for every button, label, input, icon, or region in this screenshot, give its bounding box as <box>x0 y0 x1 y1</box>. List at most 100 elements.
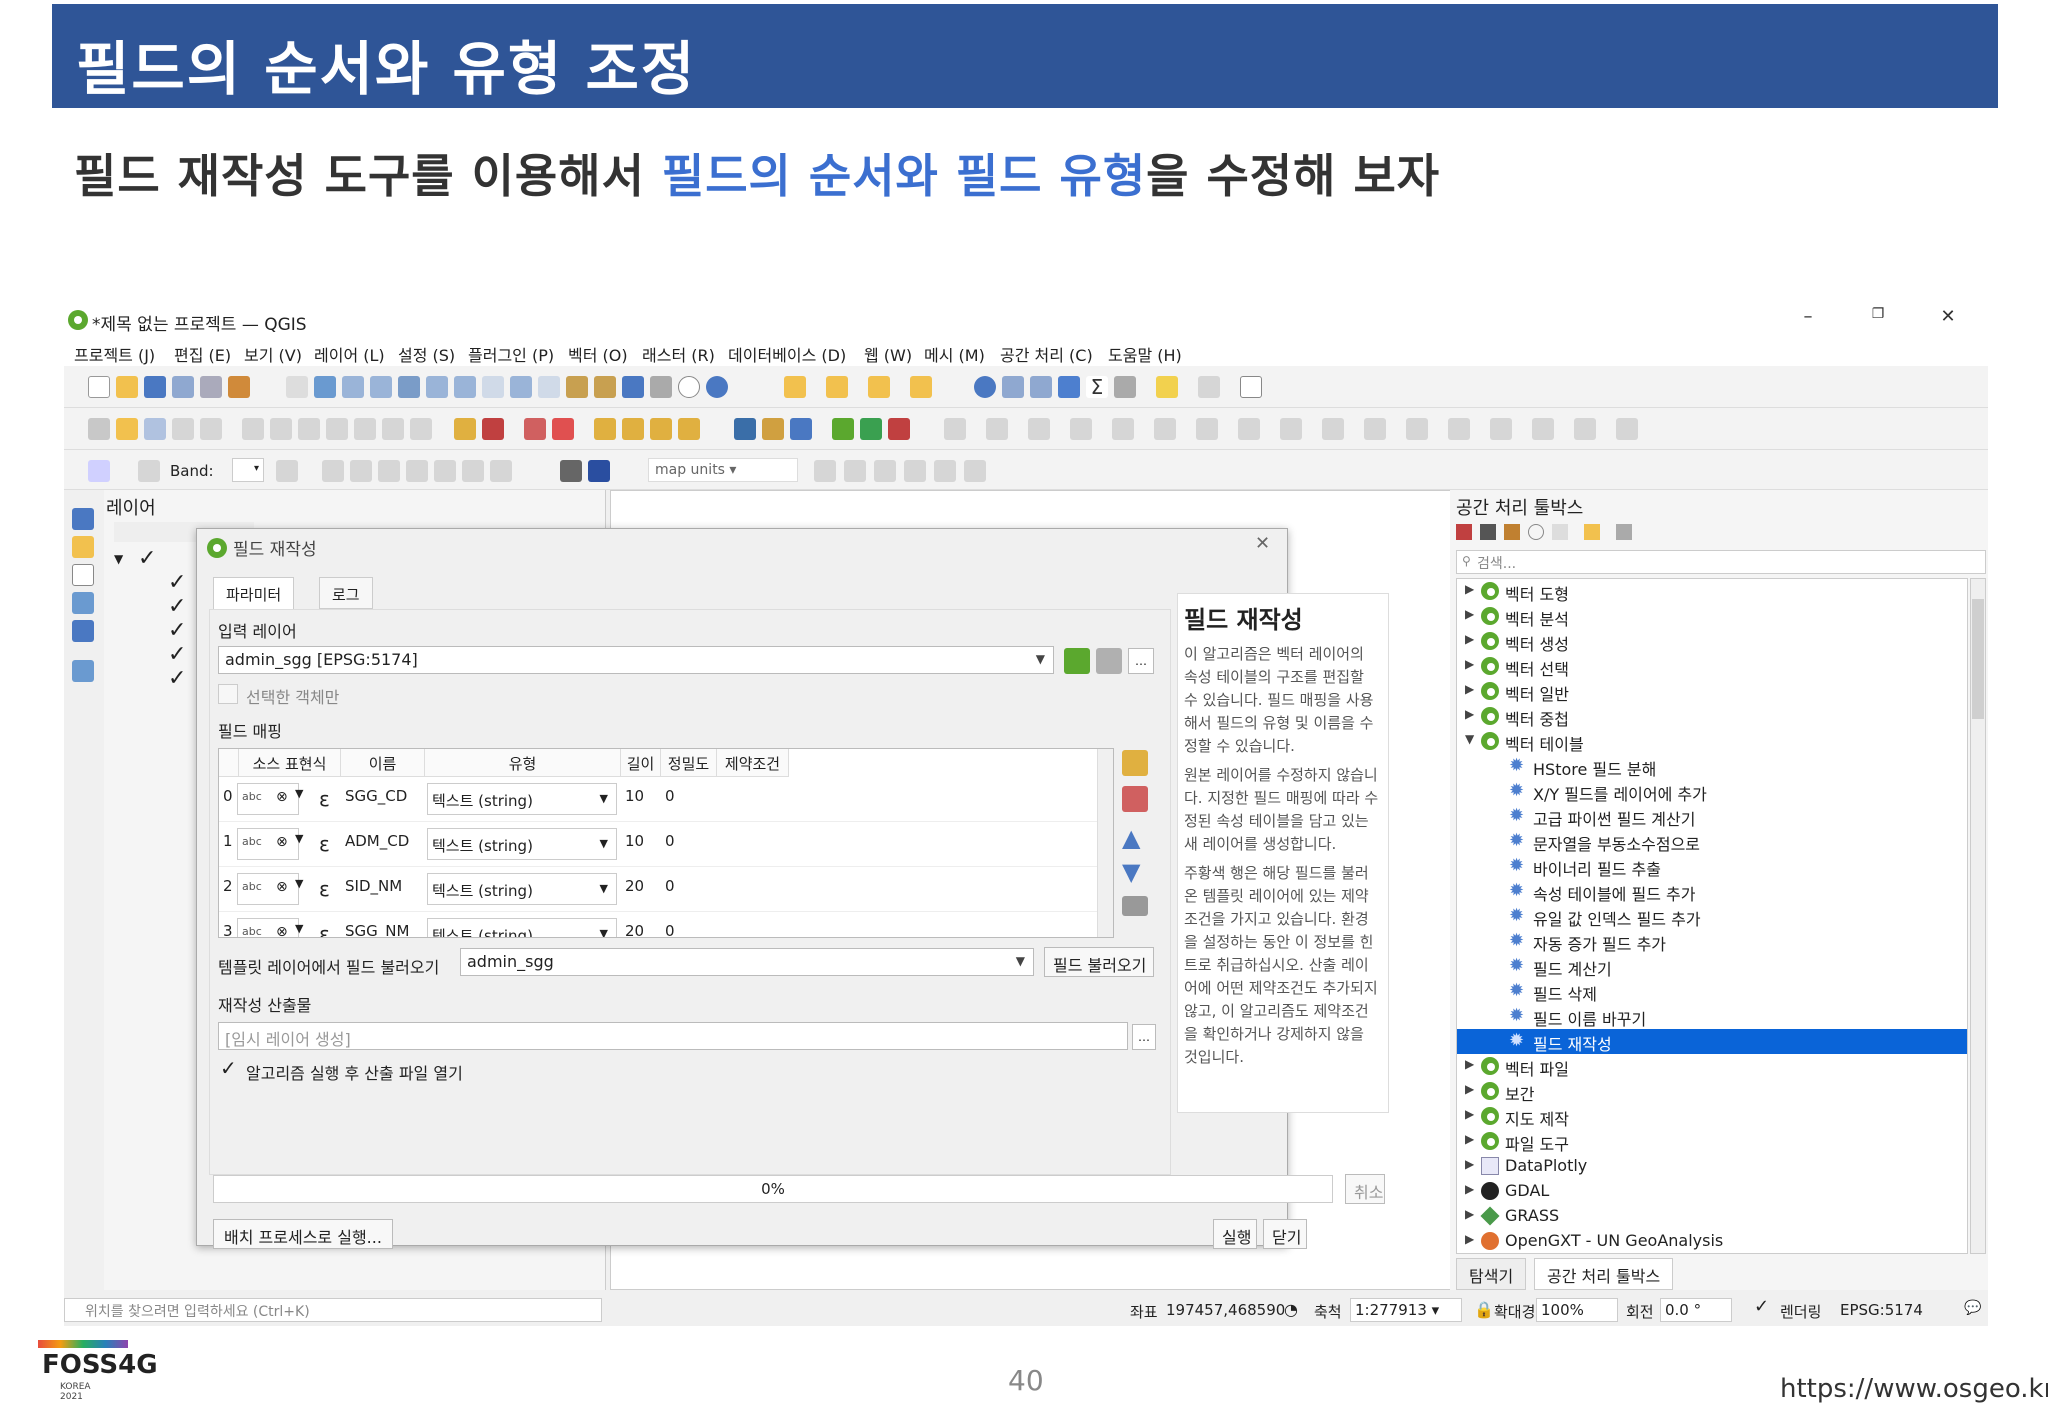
toolbox-item[interactable]: ✹ 필드 계산기 <box>1457 954 1967 980</box>
copy-features-icon[interactable] <box>326 418 348 440</box>
toolbox-item[interactable]: ▶ OpenGXT - UN GeoAnalysis <box>1457 1229 1967 1253</box>
highlight-labels-icon[interactable] <box>594 418 616 440</box>
toolbox-item[interactable]: ✹ 필드 이름 바꾸기 <box>1457 1004 1967 1030</box>
toolbox-item[interactable]: ✹ 자동 증가 필드 추가 <box>1457 929 1967 955</box>
toolbox-item[interactable]: ▶ GRASS <box>1457 1204 1967 1229</box>
chevron-down-icon[interactable]: ▼ <box>295 922 303 935</box>
menu-plugins[interactable]: 플러그인 (P) <box>468 342 554 366</box>
column-name[interactable]: 이름 <box>341 749 425 777</box>
expand-arrow-icon[interactable]: ▶ <box>1465 1082 1474 1096</box>
globe-toolbar-icon[interactable] <box>860 418 882 440</box>
menu-help[interactable]: 도움말 (H) <box>1108 342 1182 366</box>
raster-grid-icon[interactable] <box>490 460 512 482</box>
delete-field-icon[interactable] <box>1122 786 1148 812</box>
band-select[interactable]: ▾ <box>232 458 264 482</box>
expand-arrow-icon[interactable]: ▶ <box>1465 682 1474 696</box>
show-bookmarks-icon[interactable] <box>650 376 672 398</box>
toolbox-item[interactable]: ▶ 벡터 선택 <box>1457 654 1967 679</box>
quick-osm-icon[interactable] <box>888 418 910 440</box>
toolbox-search-input[interactable]: 검색... <box>1456 550 1986 574</box>
change-label-icon[interactable] <box>678 418 700 440</box>
field-type-select[interactable]: 텍스트 (string) ▼ <box>427 828 617 860</box>
raster-tool-icon[interactable] <box>276 460 298 482</box>
rotate-label-icon[interactable] <box>650 418 672 440</box>
expand-arrow-icon[interactable]: ▶ <box>1465 657 1474 671</box>
advanced-digitize-icon[interactable] <box>944 418 966 440</box>
clear-icon[interactable]: ⊗ <box>276 879 288 895</box>
raster-redo-icon[interactable] <box>462 460 484 482</box>
menu-raster[interactable]: 래스터 (R) <box>642 342 715 366</box>
add-ring-icon[interactable] <box>1238 418 1260 440</box>
help-icon[interactable] <box>588 460 610 482</box>
input-layer-select[interactable]: admin_sgg [EPSG:5174] ▼ <box>218 646 1054 674</box>
toolbox-item[interactable]: ✹ 필드 삭제 <box>1457 979 1967 1005</box>
move-label-icon[interactable] <box>622 418 644 440</box>
field-length-cell[interactable]: 20 <box>625 922 644 937</box>
layer-checkbox-1[interactable]: ✓ <box>168 570 186 595</box>
modify-attributes-icon[interactable] <box>242 418 264 440</box>
column-source-expression[interactable]: 소스 표현식 <box>239 749 341 777</box>
chevron-down-icon[interactable]: ▼ <box>295 832 303 845</box>
menu-edit[interactable]: 편집 (E) <box>174 342 231 366</box>
open-output-checkbox[interactable]: ✓ <box>220 1056 237 1080</box>
chevron-down-icon[interactable]: ▼ <box>295 877 303 890</box>
table-row[interactable]: 3 abc ⊗ ▼ ε SGG_NM 텍스트 (string) ▼ 20 0 <box>219 912 1113 937</box>
zoom-native-icon[interactable] <box>482 376 504 398</box>
style-manager-icon[interactable] <box>228 376 250 398</box>
measure-icon[interactable] <box>1114 376 1136 398</box>
clear-icon[interactable]: ⊗ <box>276 834 288 850</box>
source-expression-field[interactable]: abc ⊗ <box>237 873 299 905</box>
output-input[interactable]: [임시 레이어 생성] <box>218 1022 1128 1050</box>
run-button[interactable]: 실행 <box>1213 1219 1257 1249</box>
vertex-tool-icon[interactable] <box>200 418 222 440</box>
expand-arrow-icon[interactable]: ▶ <box>1465 707 1474 721</box>
render-checkbox[interactable]: ✓ <box>1754 1296 1769 1317</box>
toolbox-item[interactable]: ✹ 고급 파이썬 필드 계산기 <box>1457 804 1967 830</box>
redo-icon[interactable] <box>410 418 432 440</box>
move-selection-icon[interactable] <box>910 376 932 398</box>
menu-vector[interactable]: 벡터 (O) <box>568 342 628 366</box>
rotate-feature-icon[interactable] <box>1364 418 1386 440</box>
source-expression-field[interactable]: abc ⊗ <box>237 918 299 937</box>
field-precision-cell[interactable]: 0 <box>665 922 675 937</box>
toolbox-item[interactable]: ▶ 벡터 도형 <box>1457 579 1967 604</box>
label-toolbar-icon[interactable] <box>454 418 476 440</box>
load-fields-button[interactable]: 필드 불러오기 <box>1044 947 1154 977</box>
simplify-icon[interactable] <box>1196 418 1218 440</box>
tab-browser[interactable]: 탐색기 <box>1456 1258 1527 1290</box>
save-edits-icon[interactable] <box>144 418 166 440</box>
georef-6-icon[interactable] <box>964 460 986 482</box>
toolbox-item[interactable]: ▶ 벡터 생성 <box>1457 629 1967 654</box>
deselect-icon[interactable] <box>868 376 890 398</box>
reverse-line-icon[interactable] <box>1574 418 1596 440</box>
source-expression-field[interactable]: abc ⊗ <box>237 783 299 815</box>
layer-expand-arrow[interactable]: ▼ <box>114 552 123 566</box>
maximize-button[interactable]: ❐ <box>1858 306 1898 332</box>
field-type-select[interactable]: 텍스트 (string) ▼ <box>427 783 617 815</box>
toolbox-item[interactable]: ▶ DataPlotly <box>1457 1154 1967 1179</box>
zoom-layer-icon[interactable] <box>454 376 476 398</box>
delete-selected-icon[interactable] <box>270 418 292 440</box>
batch-process-button[interactable]: 배치 프로세스로 실행... <box>213 1219 393 1249</box>
toolbox-scripts-icon[interactable] <box>1480 524 1496 540</box>
tab-processing-toolbox[interactable]: 공간 처리 툴박스 <box>1534 1258 1674 1290</box>
field-name-cell[interactable]: ADM_CD <box>345 832 409 850</box>
move-down-icon[interactable]: ▼ <box>1122 858 1140 886</box>
crs-button[interactable]: EPSG:5174 <box>1840 1301 1923 1319</box>
add-spatialite-icon[interactable] <box>72 592 94 614</box>
toolbox-item[interactable]: ▶ 파일 도구 <box>1457 1129 1967 1154</box>
tab-log[interactable]: 로그 <box>319 577 373 609</box>
select-feature-icon[interactable] <box>784 376 806 398</box>
zoom-next-icon[interactable] <box>538 376 560 398</box>
new-map-view-icon[interactable] <box>566 376 588 398</box>
zoom-selection-icon[interactable] <box>426 376 448 398</box>
layer-checkbox-2[interactable]: ✓ <box>168 594 186 619</box>
menu-settings[interactable]: 설정 (S) <box>398 342 455 366</box>
split-features-icon[interactable] <box>1028 418 1050 440</box>
raster-edit-icon[interactable] <box>378 460 400 482</box>
field-name-cell[interactable]: SGG_NM <box>345 922 409 937</box>
expand-arrow-icon[interactable]: ▶ <box>1465 1182 1474 1196</box>
raster-undo-icon[interactable] <box>434 460 456 482</box>
toolbox-edit-icon[interactable] <box>1584 524 1600 540</box>
zoom-out-icon[interactable] <box>370 376 392 398</box>
